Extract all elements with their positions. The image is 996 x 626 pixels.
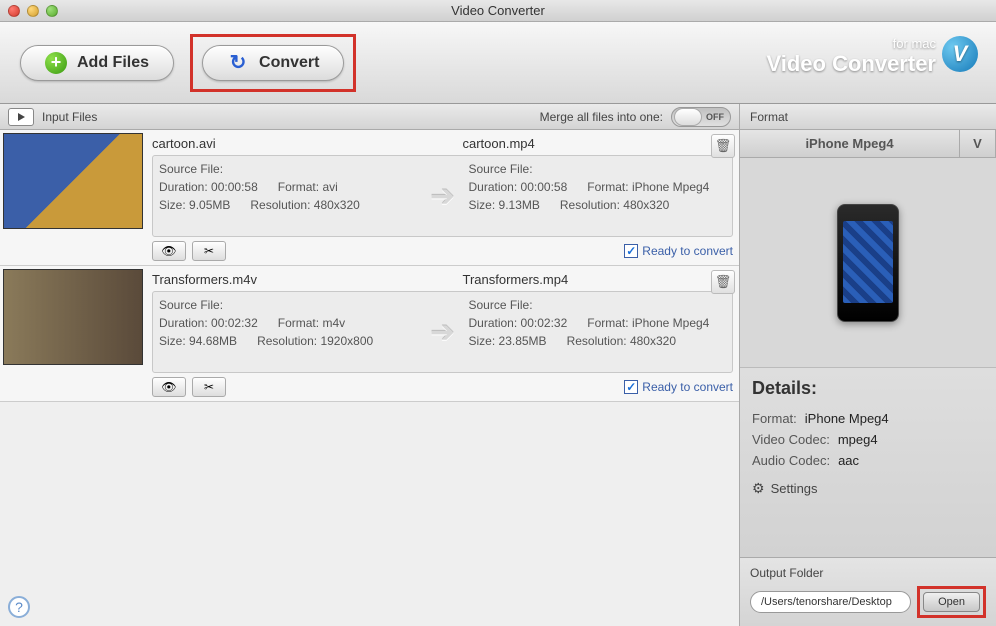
brand-title: Video Converter <box>766 51 936 77</box>
file-list: 🗑 cartoon.avi cartoon.mp4 Source File: D… <box>0 130 739 626</box>
input-panel: Input Files Merge all files into one: OF… <box>0 104 740 626</box>
merge-toggle[interactable]: OFF <box>671 107 731 127</box>
video-thumbnail[interactable] <box>3 133 143 229</box>
format-details: Details: Format:iPhone Mpeg4 Video Codec… <box>740 368 996 557</box>
format-header: Format <box>740 104 996 130</box>
details-title: Details: <box>752 378 984 399</box>
convert-label: Convert <box>259 54 319 72</box>
open-highlight: Open <box>917 586 986 618</box>
file-details-box: Source File: Duration: 00:02:32Format: m… <box>152 291 733 373</box>
merge-label: Merge all files into one: <box>540 110 663 124</box>
file-row: 🗑 cartoon.avi cartoon.mp4 Source File: D… <box>0 130 739 266</box>
settings-link[interactable]: ⚙ Settings <box>752 480 984 497</box>
input-files-label: Input Files <box>42 110 97 124</box>
file-row: 🗑 Transformers.m4v Transformers.mp4 Sour… <box>0 266 739 402</box>
window-title: Video Converter <box>0 3 996 18</box>
detail-video-codec: mpeg4 <box>838 432 878 447</box>
main-toolbar: + Add Files ↻ Convert for mac Video Conv… <box>0 22 996 104</box>
output-path-field[interactable]: /Users/tenorshare/Desktop <box>750 591 911 613</box>
file-details-box: Source File: Duration: 00:00:58Format: a… <box>152 155 733 237</box>
play-icon[interactable] <box>8 108 34 126</box>
trim-button[interactable]: ✂ <box>192 241 226 261</box>
format-tab-side[interactable]: V <box>960 130 996 157</box>
check-icon: ✓ <box>624 380 638 394</box>
preview-button[interactable]: 👁 <box>152 241 186 261</box>
arrow-right-icon: ➔ <box>423 179 463 214</box>
output-folder-section: Output Folder /Users/tenorshare/Desktop … <box>740 557 996 626</box>
detail-audio-codec: aac <box>838 453 859 468</box>
delete-button[interactable]: 🗑 <box>711 134 735 158</box>
convert-icon: ↻ <box>227 52 249 74</box>
format-panel: Format iPhone Mpeg4 V Details: Format:iP… <box>740 104 996 626</box>
video-thumbnail[interactable] <box>3 269 143 365</box>
check-icon: ✓ <box>624 244 638 258</box>
ready-status[interactable]: ✓ Ready to convert <box>624 244 733 258</box>
input-filename: Transformers.m4v <box>152 270 423 291</box>
titlebar: Video Converter <box>0 0 996 22</box>
delete-button[interactable]: 🗑 <box>711 270 735 294</box>
plus-icon: + <box>45 52 67 74</box>
ready-status[interactable]: ✓ Ready to convert <box>624 380 733 394</box>
source-file-label: Source File: <box>159 162 417 176</box>
preview-button[interactable]: 👁 <box>152 377 186 397</box>
input-subheader: Input Files Merge all files into one: OF… <box>0 104 739 130</box>
help-button[interactable]: ? <box>8 596 30 618</box>
output-filename: Transformers.mp4 <box>463 270 734 291</box>
output-folder-label: Output Folder <box>750 566 986 580</box>
convert-highlight: ↻ Convert <box>190 34 356 92</box>
detail-format: iPhone Mpeg4 <box>805 411 889 426</box>
input-filename: cartoon.avi <box>152 134 423 155</box>
format-tab-main[interactable]: iPhone Mpeg4 <box>740 130 960 157</box>
brand: for mac Video Converter V <box>766 36 976 77</box>
gear-icon: ⚙ <box>752 480 765 497</box>
output-filename: cartoon.mp4 <box>463 134 734 155</box>
device-preview <box>740 158 996 368</box>
brand-subtitle: for mac <box>766 36 936 51</box>
convert-button[interactable]: ↻ Convert <box>202 45 344 81</box>
brand-badge-icon: V <box>942 36 978 72</box>
open-folder-button[interactable]: Open <box>923 592 980 612</box>
add-files-label: Add Files <box>77 54 149 72</box>
iphone-icon <box>837 204 899 322</box>
trim-button[interactable]: ✂ <box>192 377 226 397</box>
add-files-button[interactable]: + Add Files <box>20 45 174 81</box>
arrow-right-icon: ➔ <box>423 315 463 350</box>
